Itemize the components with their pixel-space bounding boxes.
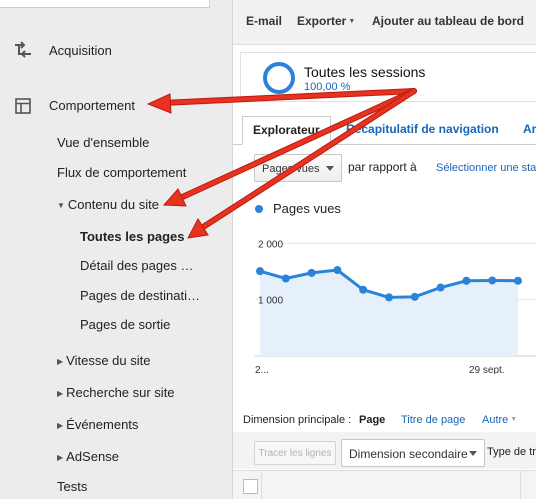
- annotation-arrow-all-pages: [187, 88, 417, 239]
- annotation-arrow-site-content: [162, 88, 417, 207]
- annotation-arrows: [146, 88, 417, 239]
